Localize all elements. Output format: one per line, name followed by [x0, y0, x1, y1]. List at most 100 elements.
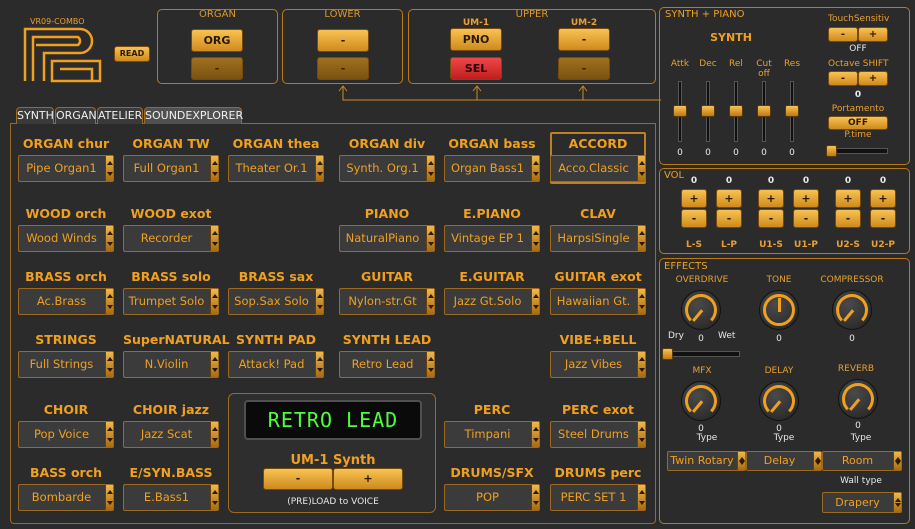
- spin-arrows-icon[interactable]: [210, 289, 218, 314]
- compressor-knob[interactable]: [832, 290, 872, 330]
- upper-um2-second-button[interactable]: -: [558, 57, 610, 80]
- synth-slider-thumb[interactable]: [785, 105, 799, 117]
- spin-arrows-icon[interactable]: [637, 289, 645, 314]
- category-select[interactable]: Sop.Sax Solo: [228, 288, 324, 315]
- tab-soundexplorer[interactable]: SOUNDEXPLORER: [144, 107, 243, 124]
- spin-arrows-icon[interactable]: [210, 156, 218, 181]
- category-select[interactable]: Pop Voice: [18, 421, 114, 448]
- synth-slider-thumb[interactable]: [729, 105, 743, 117]
- spin-arrows-icon[interactable]: [210, 422, 218, 447]
- category-select[interactable]: N.Violin: [123, 351, 219, 378]
- ptime-slider-thumb[interactable]: [826, 145, 837, 157]
- touch-plus-button[interactable]: +: [858, 27, 888, 42]
- category-select[interactable]: Theater Or.1: [228, 155, 324, 182]
- spin-arrows-icon[interactable]: [426, 226, 434, 251]
- category-select[interactable]: Wood Winds: [18, 225, 114, 252]
- organ-org-button[interactable]: ORG: [191, 29, 243, 52]
- upper-um2-first-button[interactable]: -: [558, 28, 610, 51]
- read-button[interactable]: READ: [114, 46, 150, 62]
- category-select[interactable]: Vintage EP 1: [444, 225, 540, 252]
- spin-arrows-icon[interactable]: [637, 485, 645, 510]
- category-select[interactable]: Acco.Classic: [550, 155, 646, 182]
- spin-arrows-icon[interactable]: [531, 422, 539, 447]
- category-select[interactable]: Jazz Gt.Solo: [444, 288, 540, 315]
- vol-minus-button[interactable]: -: [716, 209, 742, 228]
- spin-arrows-icon[interactable]: [210, 352, 218, 377]
- lower-first-button[interactable]: -: [317, 29, 369, 52]
- spin-arrows-icon[interactable]: [105, 156, 113, 181]
- spin-arrows-icon[interactable]: [531, 226, 539, 251]
- category-select[interactable]: Synth. Org.1: [339, 155, 435, 182]
- tab-atelier[interactable]: ATELIER: [97, 107, 143, 124]
- vol-plus-button[interactable]: +: [758, 189, 784, 208]
- wall-type-select[interactable]: Drapery: [822, 492, 902, 513]
- spin-arrows-icon[interactable]: [315, 156, 323, 181]
- spin-arrows-icon[interactable]: [210, 485, 218, 510]
- category-select[interactable]: Full Organ1: [123, 155, 219, 182]
- spin-arrows-icon[interactable]: [315, 352, 323, 377]
- spin-arrows-icon[interactable]: [426, 156, 434, 181]
- organ-second-button[interactable]: -: [191, 57, 243, 80]
- vol-plus-button[interactable]: +: [716, 189, 742, 208]
- spin-arrows-icon[interactable]: [531, 485, 539, 510]
- vol-plus-button[interactable]: +: [681, 189, 707, 208]
- tab-synth[interactable]: SYNTH: [16, 107, 54, 124]
- category-select[interactable]: Nylon-str.Gt: [339, 288, 435, 315]
- spin-arrows-icon[interactable]: [105, 226, 113, 251]
- voice-plus-button[interactable]: +: [333, 468, 403, 490]
- synth-slider-thumb[interactable]: [673, 105, 687, 117]
- vol-minus-button[interactable]: -: [835, 209, 861, 228]
- upper-pno-button[interactable]: PNO: [450, 28, 502, 51]
- vol-minus-button[interactable]: -: [793, 209, 819, 228]
- category-select[interactable]: HarpsiSingle: [550, 225, 646, 252]
- category-select[interactable]: Steel Drums: [550, 421, 646, 448]
- spin-arrows-icon[interactable]: [637, 226, 645, 251]
- spin-arrows-icon[interactable]: [315, 289, 323, 314]
- drywet-slider-track[interactable]: [663, 351, 740, 357]
- category-select[interactable]: Hawaiian Gt.: [550, 288, 646, 315]
- spin-arrows-icon[interactable]: [105, 485, 113, 510]
- octave-minus-button[interactable]: -: [828, 71, 858, 86]
- spin-arrows-icon[interactable]: [637, 422, 645, 447]
- category-select[interactable]: Bombarde: [18, 484, 114, 511]
- spin-arrows-icon[interactable]: [105, 422, 113, 447]
- spin-arrows-icon[interactable]: [637, 156, 645, 181]
- vol-plus-button[interactable]: +: [870, 189, 896, 208]
- delay-type-select[interactable]: Delay: [746, 451, 822, 471]
- category-select[interactable]: Recorder: [123, 225, 219, 252]
- reverb-type-select[interactable]: Room: [822, 451, 902, 471]
- spin-arrows-icon[interactable]: [531, 156, 539, 181]
- mfx-type-select[interactable]: Twin Rotary: [667, 451, 746, 471]
- portamento-button[interactable]: OFF: [828, 116, 888, 130]
- category-select[interactable]: NaturalPiano: [339, 225, 435, 252]
- category-select[interactable]: Organ Bass1: [444, 155, 540, 182]
- vol-minus-button[interactable]: -: [758, 209, 784, 228]
- category-select[interactable]: Jazz Vibes: [550, 351, 646, 378]
- synth-slider-thumb[interactable]: [757, 105, 771, 117]
- tone-knob[interactable]: [759, 290, 799, 330]
- octave-plus-button[interactable]: +: [858, 71, 888, 86]
- category-select[interactable]: Jazz Scat: [123, 421, 219, 448]
- vol-plus-button[interactable]: +: [793, 189, 819, 208]
- spin-arrows-icon[interactable]: [426, 352, 434, 377]
- vol-plus-button[interactable]: +: [835, 189, 861, 208]
- category-select[interactable]: E.Bass1: [123, 484, 219, 511]
- touch-minus-button[interactable]: -: [828, 27, 858, 42]
- vol-minus-button[interactable]: -: [870, 209, 896, 228]
- category-select[interactable]: Ac.Brass: [18, 288, 114, 315]
- reverb-knob[interactable]: [838, 379, 878, 419]
- spin-arrows-icon[interactable]: [426, 289, 434, 314]
- spin-arrows-icon[interactable]: [531, 289, 539, 314]
- ptime-slider-track[interactable]: [828, 148, 888, 154]
- upper-sel-button[interactable]: SEL: [450, 57, 502, 80]
- category-select[interactable]: POP: [444, 484, 540, 511]
- category-select[interactable]: Timpani: [444, 421, 540, 448]
- spin-arrows-icon[interactable]: [637, 352, 645, 377]
- category-select[interactable]: Full Strings: [18, 351, 114, 378]
- category-select[interactable]: Retro Lead: [339, 351, 435, 378]
- spin-arrows-icon[interactable]: [210, 226, 218, 251]
- category-select[interactable]: Attack! Pad: [228, 351, 324, 378]
- vol-minus-button[interactable]: -: [681, 209, 707, 228]
- category-select[interactable]: Pipe Organ1: [18, 155, 114, 182]
- category-select[interactable]: Trumpet Solo: [123, 288, 219, 315]
